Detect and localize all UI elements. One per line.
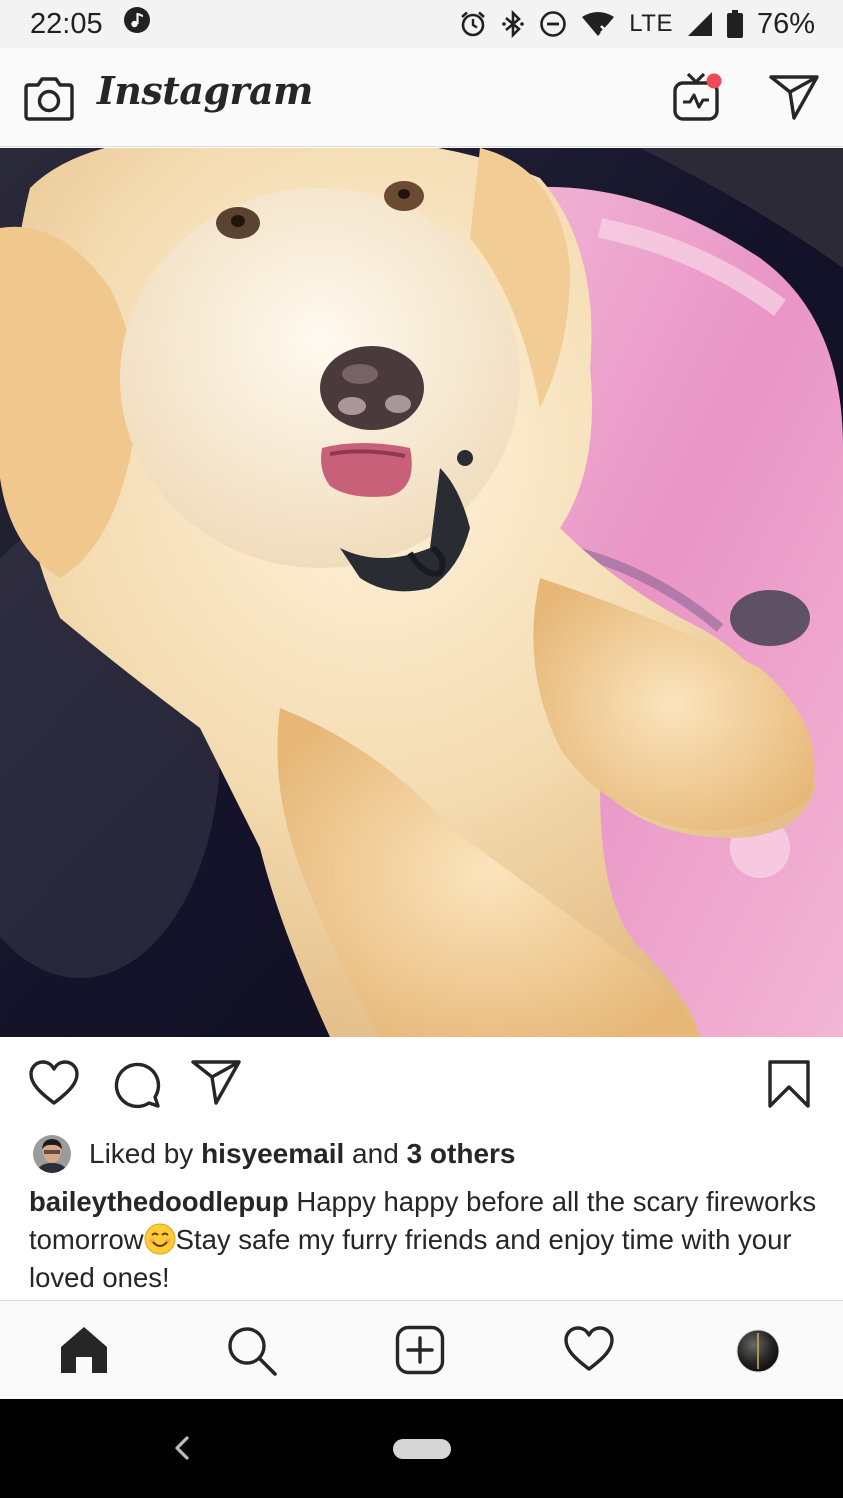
likes-middle: and	[344, 1138, 407, 1169]
wifi-icon	[581, 11, 615, 37]
post-actions	[0, 1037, 843, 1127]
igtv-icon[interactable]	[672, 70, 724, 127]
caption-username[interactable]: baileythedoodlepup	[29, 1186, 289, 1217]
network-type: LTE	[629, 10, 673, 37]
music-note-icon	[123, 6, 151, 42]
home-gesture-pill[interactable]	[393, 1439, 451, 1459]
do-not-disturb-icon	[539, 10, 567, 38]
likes-summary[interactable]: Liked by hisyeemail and 3 others	[33, 1134, 516, 1174]
signal-icon	[687, 11, 713, 37]
liker-avatar[interactable]	[33, 1135, 71, 1173]
bluetooth-icon	[501, 9, 525, 39]
back-icon[interactable]	[172, 1435, 192, 1466]
battery-icon	[726, 10, 743, 38]
profile-avatar[interactable]	[736, 1329, 780, 1378]
app-header: Instagram	[0, 48, 843, 147]
like-icon[interactable]	[28, 1059, 80, 1112]
bottom-nav	[0, 1300, 843, 1399]
battery-percent: 76%	[756, 7, 815, 40]
smiling-face-emoji	[144, 1223, 176, 1255]
share-icon[interactable]	[191, 1059, 241, 1110]
direct-message-icon[interactable]	[769, 74, 819, 125]
liker-username[interactable]: hisyeemail	[201, 1138, 344, 1170]
likes-prefix: Liked by	[89, 1138, 202, 1169]
home-icon[interactable]	[59, 1325, 109, 1380]
new-post-icon[interactable]	[395, 1325, 445, 1380]
camera-icon[interactable]	[24, 76, 74, 127]
post-photo[interactable]	[0, 148, 843, 1037]
instagram-logo: Instagram	[97, 68, 313, 113]
status-bar: 22:05 LTE 76%	[0, 0, 843, 48]
comment-icon[interactable]	[111, 1059, 161, 1114]
bookmark-icon[interactable]	[767, 1059, 811, 1114]
activity-icon[interactable]	[563, 1325, 615, 1378]
search-icon[interactable]	[226, 1325, 278, 1382]
alarm-icon	[459, 10, 487, 38]
post-caption: baileythedoodlepup Happy happy before al…	[29, 1183, 829, 1297]
likes-others[interactable]: 3 others	[407, 1138, 516, 1170]
status-time: 22:05	[30, 7, 103, 40]
